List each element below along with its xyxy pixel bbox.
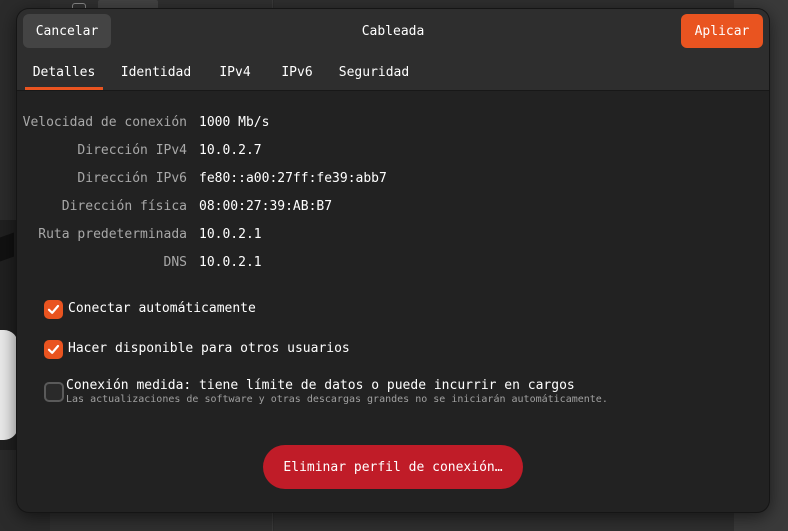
delete-connection-profile-button[interactable]: Eliminar perfil de conexión… xyxy=(263,445,523,489)
checkmark-icon xyxy=(47,304,60,314)
dns-value: 10.0.2.1 xyxy=(199,255,262,270)
hardware-address-label: Dirección física xyxy=(61,199,187,214)
checkmark-icon xyxy=(47,344,60,354)
dns-label: DNS xyxy=(163,255,187,270)
tab-details-label: Detalles xyxy=(32,65,96,80)
default-route-label: Ruta predeterminada xyxy=(38,227,187,242)
tab-bar: Detalles Identidad IPv4 IPv6 Seguridad xyxy=(17,55,769,91)
background-wallpaper-shape xyxy=(0,232,14,262)
tab-security-label: Seguridad xyxy=(338,65,410,80)
auto-connect-label[interactable]: Conectar automáticamente xyxy=(68,301,256,316)
available-all-users-label[interactable]: Hacer disponible para otros usuarios xyxy=(68,341,350,356)
tab-ipv4-label: IPv4 xyxy=(219,65,251,80)
metered-connection-description: Las actualizaciones de software y otras … xyxy=(66,394,608,405)
tab-security[interactable]: Seguridad xyxy=(338,55,410,90)
header-bar: Cancelar Cableada Aplicar xyxy=(17,9,769,55)
tab-ipv6-label: IPv6 xyxy=(281,65,313,80)
ipv4-address-value: 10.0.2.7 xyxy=(199,143,262,158)
background-wallpaper-highlight xyxy=(0,330,18,440)
tab-ipv6[interactable]: IPv6 xyxy=(277,55,317,90)
link-speed-label: Velocidad de conexión xyxy=(22,115,187,130)
wired-connection-dialog: Cancelar Cableada Aplicar Detalles Ident… xyxy=(17,9,769,512)
dialog-title: Cableada xyxy=(361,24,425,39)
available-all-users-checkbox[interactable] xyxy=(44,340,63,359)
ipv6-address-value: fe80::a00:27ff:fe39:abb7 xyxy=(199,171,387,186)
tab-ipv4[interactable]: IPv4 xyxy=(215,55,255,90)
metered-connection-label[interactable]: Conexión medida: tiene límite de datos o… xyxy=(66,378,575,393)
default-route-value: 10.0.2.1 xyxy=(199,227,262,242)
tab-identity-label: Identidad xyxy=(120,65,192,80)
apply-button[interactable]: Aplicar xyxy=(681,14,763,48)
cancel-button[interactable]: Cancelar xyxy=(23,14,111,48)
hardware-address-value: 08:00:27:39:AB:B7 xyxy=(199,199,333,214)
link-speed-value: 1000 Mb/s xyxy=(199,115,270,130)
ipv4-address-label: Dirección IPv4 xyxy=(77,143,187,158)
tab-identity[interactable]: Identidad xyxy=(118,55,194,90)
tab-details[interactable]: Detalles xyxy=(25,55,103,90)
metered-connection-checkbox[interactable] xyxy=(44,382,64,402)
ipv6-address-label: Dirección IPv6 xyxy=(77,171,187,186)
auto-connect-checkbox[interactable] xyxy=(44,300,63,319)
